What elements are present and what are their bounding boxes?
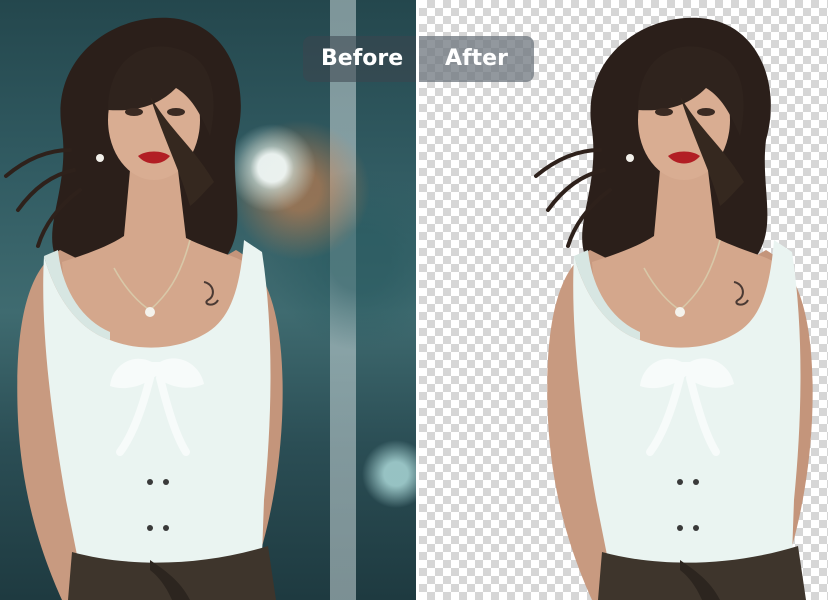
after-label: After: [419, 36, 534, 82]
original-photo-subject: [0, 0, 300, 600]
comparison-divider[interactable]: [416, 0, 419, 600]
cutout-photo-subject: [530, 0, 828, 600]
before-label: Before: [303, 36, 416, 82]
before-after-comparison: Before After: [0, 0, 828, 600]
before-image-panel: [0, 0, 416, 600]
